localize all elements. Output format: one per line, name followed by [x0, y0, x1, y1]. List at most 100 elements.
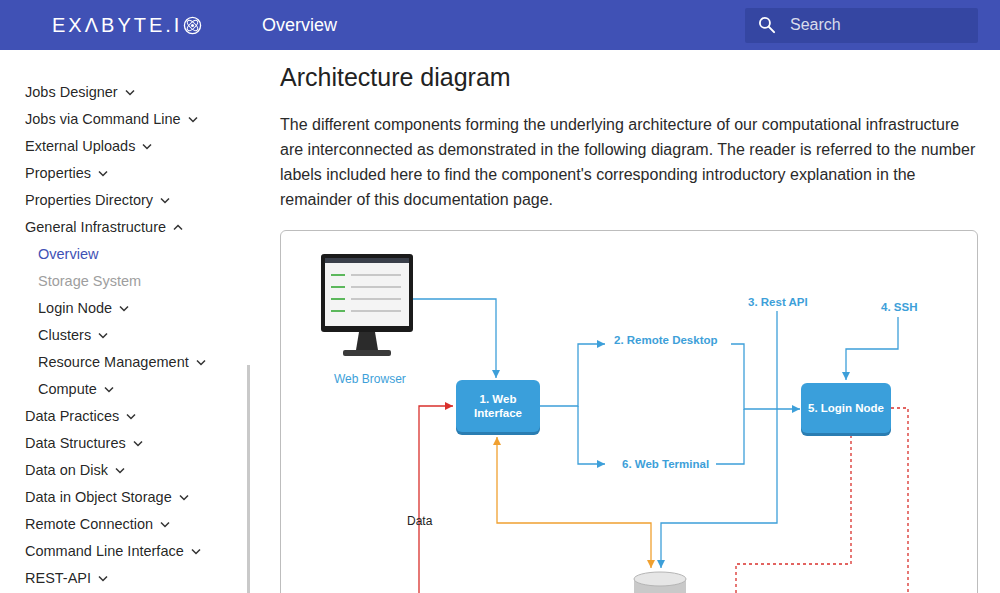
sidebar-label-wrap: Data in Object Storage — [25, 484, 172, 511]
sidebar-item[interactable]: General Infrastructure — [0, 214, 250, 241]
sidebar-link[interactable]: Data Structures — [25, 430, 143, 457]
sidebar-link[interactable]: General Infrastructure — [25, 214, 183, 241]
sidebar-label[interactable]: Resource Management — [38, 354, 189, 370]
chevron-down-icon[interactable] — [196, 359, 206, 366]
sidebar-link[interactable]: Properties — [25, 160, 108, 187]
sidebar-item[interactable]: Properties — [0, 160, 250, 187]
chevron-down-icon[interactable] — [98, 575, 108, 582]
sidebar-label[interactable]: Data on Disk — [25, 462, 108, 478]
sidebar-link[interactable]: Data on Disk — [25, 457, 125, 484]
sidebar-label[interactable]: Properties — [25, 165, 91, 181]
sidebar-label[interactable]: Compute — [38, 381, 97, 397]
sidebar-item[interactable]: Data Practices — [0, 403, 250, 430]
search-input[interactable] — [777, 13, 978, 37]
scrollbar-thumb[interactable] — [247, 365, 250, 593]
chevron-down-icon[interactable] — [142, 143, 152, 150]
sidebar-label[interactable]: Data in Object Storage — [25, 489, 172, 505]
sidebar-link[interactable]: Resource Management — [38, 349, 206, 376]
sidebar-link[interactable]: Jobs via Command Line — [25, 106, 198, 133]
chevron-down-icon[interactable] — [98, 170, 108, 177]
sidebar-label-wrap: Resource Management — [38, 349, 189, 376]
chevron-down-icon[interactable] — [126, 413, 136, 420]
sidebar-label[interactable]: Properties Directory — [25, 192, 153, 208]
sidebar-item[interactable]: Data on Disk — [0, 457, 250, 484]
sidebar-list: Jobs Designer Jobs via Command Line Extern… — [0, 79, 250, 592]
sidebar-link[interactable]: REST-API — [25, 565, 108, 592]
sidebar-item[interactable]: Data in Object Storage — [0, 484, 250, 511]
sidebar-link[interactable]: Remote Connection — [25, 511, 170, 538]
sidebar-item[interactable]: External Uploads — [0, 133, 250, 160]
connector — [411, 299, 496, 378]
sidebar-item[interactable]: Command Line Interface — [0, 538, 250, 565]
sidebar-label[interactable]: General Infrastructure — [25, 219, 166, 235]
search-box[interactable] — [745, 8, 978, 43]
sidebar-label-wrap: Storage System — [38, 268, 141, 295]
sidebar-item[interactable]: Login Node — [0, 295, 250, 322]
sidebar-label-wrap: Data Practices — [25, 403, 119, 430]
chevron-down-icon[interactable] — [188, 116, 198, 123]
sidebar-label[interactable]: Data Structures — [25, 435, 126, 451]
connector-line — [846, 317, 898, 380]
sidebar-label[interactable]: Storage System — [38, 273, 141, 289]
sidebar-link[interactable]: Storage System — [38, 268, 141, 295]
sidebar-label[interactable]: Login Node — [38, 300, 112, 316]
sidebar-label[interactable]: Jobs via Command Line — [25, 111, 181, 127]
sidebar-label[interactable]: Overview — [38, 246, 98, 262]
sidebar-item[interactable]: Remote Connection — [0, 511, 250, 538]
sidebar-label[interactable]: REST-API — [25, 570, 91, 586]
sidebar-item[interactable]: Overview — [0, 241, 250, 268]
sidebar-label-wrap: General Infrastructure — [25, 214, 166, 241]
logo-text[interactable]: EXΛBYTE.I — [52, 15, 182, 35]
chevron-down-icon[interactable] — [104, 386, 114, 393]
sidebar-item[interactable]: REST-API — [0, 565, 250, 592]
service-node[interactable]: 5. Login Node — [801, 383, 891, 433]
sidebar-label[interactable]: External Uploads — [25, 138, 135, 154]
sidebar-link[interactable]: Data Practices — [25, 403, 136, 430]
sidebar-link[interactable]: Properties Directory — [25, 187, 170, 214]
sidebar-item[interactable]: Storage System — [0, 268, 250, 295]
sidebar-item[interactable]: Data Structures — [0, 430, 250, 457]
chevron-down-icon[interactable] — [191, 548, 201, 555]
sidebar-link[interactable]: External Uploads — [25, 133, 152, 160]
sidebar-item[interactable]: Resource Management — [0, 349, 250, 376]
sidebar-label[interactable]: Remote Connection — [25, 516, 153, 532]
sidebar-item[interactable]: Jobs via Command Line — [0, 106, 250, 133]
sidebar-item[interactable]: Jobs Designer — [0, 79, 250, 106]
logo[interactable]: EXΛBYTE.I — [52, 15, 262, 35]
sidebar-link[interactable]: Clusters — [38, 322, 108, 349]
sidebar-item[interactable]: Properties Directory — [0, 187, 250, 214]
node-label[interactable]: 5. Login Node — [808, 401, 884, 415]
sidebar-link[interactable]: Login Node — [38, 295, 129, 322]
chevron-down-icon[interactable] — [119, 305, 129, 312]
chevron-up-icon[interactable] — [173, 224, 183, 231]
chevron-down-icon[interactable] — [160, 521, 170, 528]
service-node[interactable]: 1. Web Interface — [456, 380, 540, 432]
chevron-down-icon[interactable] — [125, 89, 135, 96]
node-label[interactable]: 1. Web Interface — [462, 392, 534, 420]
sidebar-item[interactable]: Compute — [0, 376, 250, 403]
connector-line — [716, 409, 744, 464]
sidebar-link[interactable]: Compute — [38, 376, 114, 403]
chevron-down-icon[interactable] — [115, 467, 125, 474]
sidebar-item[interactable]: Clusters — [0, 322, 250, 349]
chevron-down-icon[interactable] — [133, 440, 143, 447]
sidebar-label-wrap: External Uploads — [25, 133, 135, 160]
sidebar-label-wrap: Overview — [38, 241, 98, 268]
sidebar-link[interactable]: Jobs Designer — [25, 79, 135, 106]
sidebar-label[interactable]: Clusters — [38, 327, 91, 343]
chevron-down-icon[interactable] — [160, 197, 170, 204]
chevron-down-icon[interactable] — [98, 332, 108, 339]
sidebar-label[interactable]: Data Practices — [25, 408, 119, 424]
sidebar-link[interactable]: Overview — [38, 241, 98, 268]
chevron-down-icon[interactable] — [179, 494, 189, 501]
sidebar-label-wrap: Login Node — [38, 295, 112, 322]
connector-line — [661, 311, 777, 568]
sidebar-link[interactable]: Command Line Interface — [25, 538, 201, 565]
connector — [731, 344, 800, 409]
sidebar-link[interactable]: Data in Object Storage — [25, 484, 189, 511]
database-icon — [632, 571, 688, 593]
sidebar-label[interactable]: Command Line Interface — [25, 543, 184, 559]
sidebar-label-wrap: Clusters — [38, 322, 91, 349]
link-label: 3. Rest API — [748, 295, 808, 309]
sidebar-label[interactable]: Jobs Designer — [25, 84, 118, 100]
